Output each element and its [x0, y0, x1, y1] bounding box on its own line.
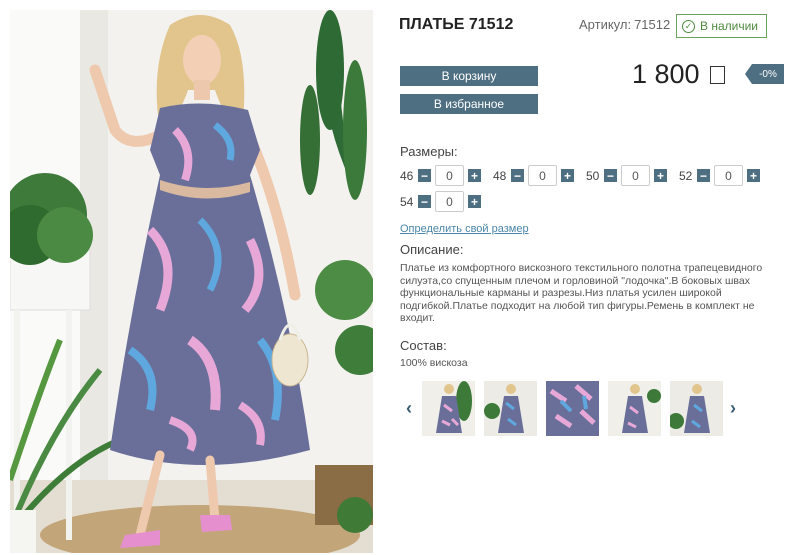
- minus-button[interactable]: −: [511, 169, 524, 182]
- main-product-photo[interactable]: [10, 10, 373, 553]
- minus-button[interactable]: −: [418, 169, 431, 182]
- size-selector-54: 54 − 0 +: [400, 191, 481, 212]
- article-label: Артикул:: [579, 17, 632, 32]
- thumbnail-5[interactable]: [670, 381, 723, 436]
- plus-button[interactable]: +: [747, 169, 760, 182]
- size-guide-link[interactable]: Определить свой размер: [400, 223, 529, 235]
- size-number: 54: [400, 194, 414, 209]
- quantity-input[interactable]: 0: [435, 165, 464, 186]
- chevron-right-icon[interactable]: ›: [726, 398, 740, 418]
- size-number: 46: [400, 168, 414, 183]
- check-circle-icon: ✓: [682, 19, 695, 33]
- plus-button[interactable]: +: [468, 195, 481, 208]
- minus-button[interactable]: −: [604, 169, 617, 182]
- description-text: Платье из комфортного вискозного текстил…: [400, 262, 763, 324]
- size-number: 52: [679, 168, 693, 183]
- quantity-input[interactable]: 0: [714, 165, 743, 186]
- plus-button[interactable]: +: [561, 169, 574, 182]
- plus-button[interactable]: +: [654, 169, 667, 182]
- thumbnail-4[interactable]: [608, 381, 661, 436]
- size-number: 50: [586, 168, 600, 183]
- minus-button[interactable]: −: [418, 195, 431, 208]
- size-selector-46: 46 − 0 +: [400, 165, 481, 186]
- description-label: Описание:: [400, 242, 464, 257]
- size-number: 48: [493, 168, 507, 183]
- plus-button[interactable]: +: [468, 169, 481, 182]
- size-selector-52: 52 − 0 +: [679, 165, 760, 186]
- size-selector-48: 48 − 0 +: [493, 165, 574, 186]
- thumbnail-1[interactable]: [422, 381, 475, 436]
- size-row-2: 54 − 0 +: [400, 191, 493, 212]
- composition-text: 100% вискоза: [400, 357, 468, 369]
- quantity-input[interactable]: 0: [435, 191, 464, 212]
- price-value: 1 800: [632, 59, 700, 89]
- price: 1 800: [632, 59, 725, 90]
- size-selector-50: 50 − 0 +: [586, 165, 667, 186]
- thumbnail-3[interactable]: [546, 381, 599, 436]
- article-value: 71512: [634, 17, 671, 32]
- add-to-favorites-button[interactable]: В избранное: [400, 94, 538, 114]
- add-to-cart-button[interactable]: В корзину: [400, 66, 538, 86]
- thumbnail-2[interactable]: [484, 381, 537, 436]
- composition-label: Состав:: [400, 338, 447, 353]
- ruble-currency-icon: [709, 65, 725, 84]
- product-title: ПЛАТЬЕ 71512: [399, 16, 514, 33]
- discount-badge: -0%: [745, 64, 784, 84]
- minus-button[interactable]: −: [697, 169, 710, 182]
- size-row-1: 46 − 0 + 48 − 0 + 50 − 0 + 52 − 0 +: [400, 165, 772, 186]
- in-stock-badge: ✓ В наличии: [676, 14, 767, 38]
- article-number: Артикул: 71512: [576, 17, 670, 32]
- chevron-left-icon[interactable]: ‹: [402, 398, 416, 418]
- quantity-input[interactable]: 0: [528, 165, 557, 186]
- stock-label: В наличии: [700, 19, 759, 33]
- sizes-label: Размеры:: [400, 144, 458, 159]
- quantity-input[interactable]: 0: [621, 165, 650, 186]
- thumbnail-gallery: ‹ ›: [400, 379, 745, 439]
